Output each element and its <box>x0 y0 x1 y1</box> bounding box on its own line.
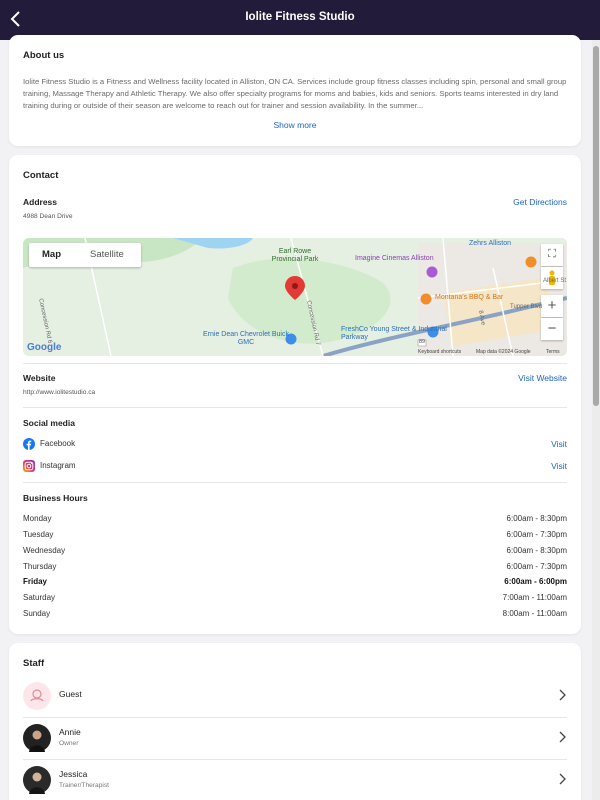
instagram-label: Instagram <box>40 461 76 470</box>
hours-day: Sunday <box>23 609 51 618</box>
map-label-cinema: Imagine Cinemas Alliston <box>355 255 434 262</box>
google-logo: Google <box>27 342 62 353</box>
chevron-right-icon <box>559 773 566 785</box>
staff-row-guest[interactable]: Guest <box>9 675 581 717</box>
about-heading: About us <box>23 50 65 61</box>
terms-link[interactable]: Terms <box>546 349 560 355</box>
divider <box>23 363 567 364</box>
top-bar: Iolite Fitness Studio <box>0 0 600 40</box>
map-label-zehrs: Zehrs Alliston <box>469 240 512 247</box>
staff-role: Owner <box>59 740 79 747</box>
zoom-in-button[interactable]: + <box>541 295 563 317</box>
map-tab[interactable]: Map <box>42 249 61 260</box>
person-icon <box>29 730 45 752</box>
business-hours-label: Business Hours <box>23 493 88 503</box>
website-label: Website <box>23 373 56 383</box>
facebook-icon <box>23 438 35 450</box>
hours-time: 7:00am - 11:00am <box>502 593 567 602</box>
map-label-albert: Albert St <box>543 278 567 284</box>
staff-row-jessica[interactable]: Jessica Trainer/Therapist <box>9 759 581 800</box>
staff-name: Annie <box>59 727 81 737</box>
website-url: http://www.iolitestudio.ca <box>23 389 96 396</box>
staff-name: Guest <box>59 689 82 699</box>
contact-card: Contact Address 4988 Dean Drive Get Dire… <box>9 155 581 634</box>
hours-day: Friday <box>23 577 48 586</box>
map-label-montanas: Montana's BBQ & Bar <box>435 294 504 301</box>
facebook-label: Facebook <box>40 439 76 448</box>
staff-card: Staff Guest Annie Owner Jessica Trainer/… <box>9 643 581 800</box>
staff-heading: Staff <box>23 658 45 669</box>
hours-row: Tuesday 6:00am - 7:30pm <box>23 530 567 542</box>
map-label-park: Earl Rowe Provincial Park <box>271 248 319 263</box>
satellite-tab[interactable]: Satellite <box>90 249 124 260</box>
visit-website-link[interactable]: Visit Website <box>518 373 567 383</box>
chevron-right-icon <box>559 689 566 701</box>
hours-time: 6:00am - 8:30pm <box>506 546 567 555</box>
hours-row: Sunday 8:00am - 11:00am <box>23 609 567 621</box>
hours-row: Monday 6:00am - 8:30pm <box>23 514 567 526</box>
page-title: Iolite Fitness Studio <box>245 11 355 23</box>
hours-time: 6:00am - 7:30pm <box>506 530 567 539</box>
divider <box>23 482 567 483</box>
location-map[interactable]: Map Satellite ⛶ + − Earl Rowe Provincial… <box>23 238 567 356</box>
address-value: 4988 Dean Drive <box>23 213 73 220</box>
social-media-label: Social media <box>23 418 75 428</box>
scrollbar[interactable] <box>592 40 600 800</box>
staff-row-annie[interactable]: Annie Owner <box>9 717 581 759</box>
about-text: Iolite Fitness Studio is a Fitness and W… <box>23 77 567 110</box>
hours-time: 6:00am - 8:30pm <box>506 514 567 523</box>
hours-day: Tuesday <box>23 530 54 539</box>
hours-time: 6:00am - 7:30pm <box>506 562 567 571</box>
map-label-highway-shield: 89 <box>419 339 426 345</box>
map-label-ernie: Ernie Dean Chevrolet Buick GMC <box>203 331 289 346</box>
scrollbar-thumb[interactable] <box>593 46 599 406</box>
fullscreen-icon[interactable]: ⛶ <box>541 244 563 266</box>
hours-day: Wednesday <box>23 546 66 555</box>
hours-time: 6:00am - 6:00pm <box>504 577 567 586</box>
address-label: Address <box>23 197 58 207</box>
map-type-toggle[interactable]: Map Satellite <box>29 243 141 267</box>
hours-row: Saturday 7:00am - 11:00am <box>23 593 567 605</box>
hours-day: Saturday <box>23 593 56 602</box>
avatar <box>23 724 51 752</box>
show-more-link[interactable]: Show more <box>9 120 581 130</box>
hours-row: Thursday 6:00am - 7:30pm <box>23 562 567 574</box>
staff-name: Jessica <box>59 769 88 779</box>
guest-icon <box>30 689 44 702</box>
facebook-visit-link[interactable]: Visit <box>551 439 567 449</box>
hours-day: Thursday <box>23 562 57 571</box>
map-label-tupper: Tupper Blvd <box>510 304 543 310</box>
map-label-freshco: FreshCo Young Street & Industrial Parkwa… <box>341 326 447 341</box>
staff-role: Trainer/Therapist <box>59 782 109 789</box>
zoom-out-button[interactable]: − <box>541 318 563 340</box>
get-directions-link[interactable]: Get Directions <box>513 197 567 207</box>
instagram-visit-link[interactable]: Visit <box>551 461 567 471</box>
instagram-icon <box>23 460 35 472</box>
hours-row-today: Friday 6:00am - 6:00pm <box>23 577 567 589</box>
chevron-right-icon <box>559 731 566 743</box>
about-card: About us Iolite Fitness Studio is a Fitn… <box>9 35 581 146</box>
hours-time: 8:00am - 11:00am <box>502 609 567 618</box>
avatar <box>23 766 51 794</box>
keyboard-shortcuts-link[interactable]: Keyboard shortcuts <box>418 349 461 355</box>
hours-row: Wednesday 6:00am - 8:30pm <box>23 546 567 558</box>
divider <box>23 407 567 408</box>
contact-heading: Contact <box>23 170 59 181</box>
hours-day: Monday <box>23 514 52 523</box>
avatar <box>23 682 51 710</box>
map-data-attribution: Map data ©2024 Google <box>476 349 531 355</box>
person-icon <box>29 772 45 794</box>
